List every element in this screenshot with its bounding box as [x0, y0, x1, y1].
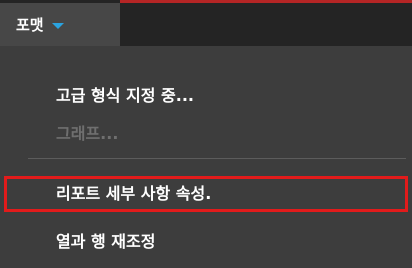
format-menu-button[interactable]: 포맷: [0, 3, 120, 46]
format-dropdown-menu: 고급 형식 지정 중... 그래프... 리포트 세부 사항 속성. 열과 행 …: [0, 46, 412, 268]
menu-item-graph: 그래프...: [56, 124, 119, 143]
menu-item-advanced-formatting[interactable]: 고급 형식 지정 중...: [56, 82, 194, 106]
menu-divider: [28, 158, 406, 159]
menu-bar: 포맷: [0, 0, 412, 46]
app-screen: 포맷 고급 형식 지정 중... 그래프... 리포트 세부 사항 속성. 열과…: [0, 0, 412, 268]
menu-item-resize-columns-rows[interactable]: 열과 행 재조정: [56, 228, 155, 252]
format-menu-label: 포맷: [16, 16, 44, 34]
chevron-down-icon: [51, 23, 64, 29]
highlight-box: [4, 176, 408, 212]
menubar-accent-line: [120, 0, 412, 3]
